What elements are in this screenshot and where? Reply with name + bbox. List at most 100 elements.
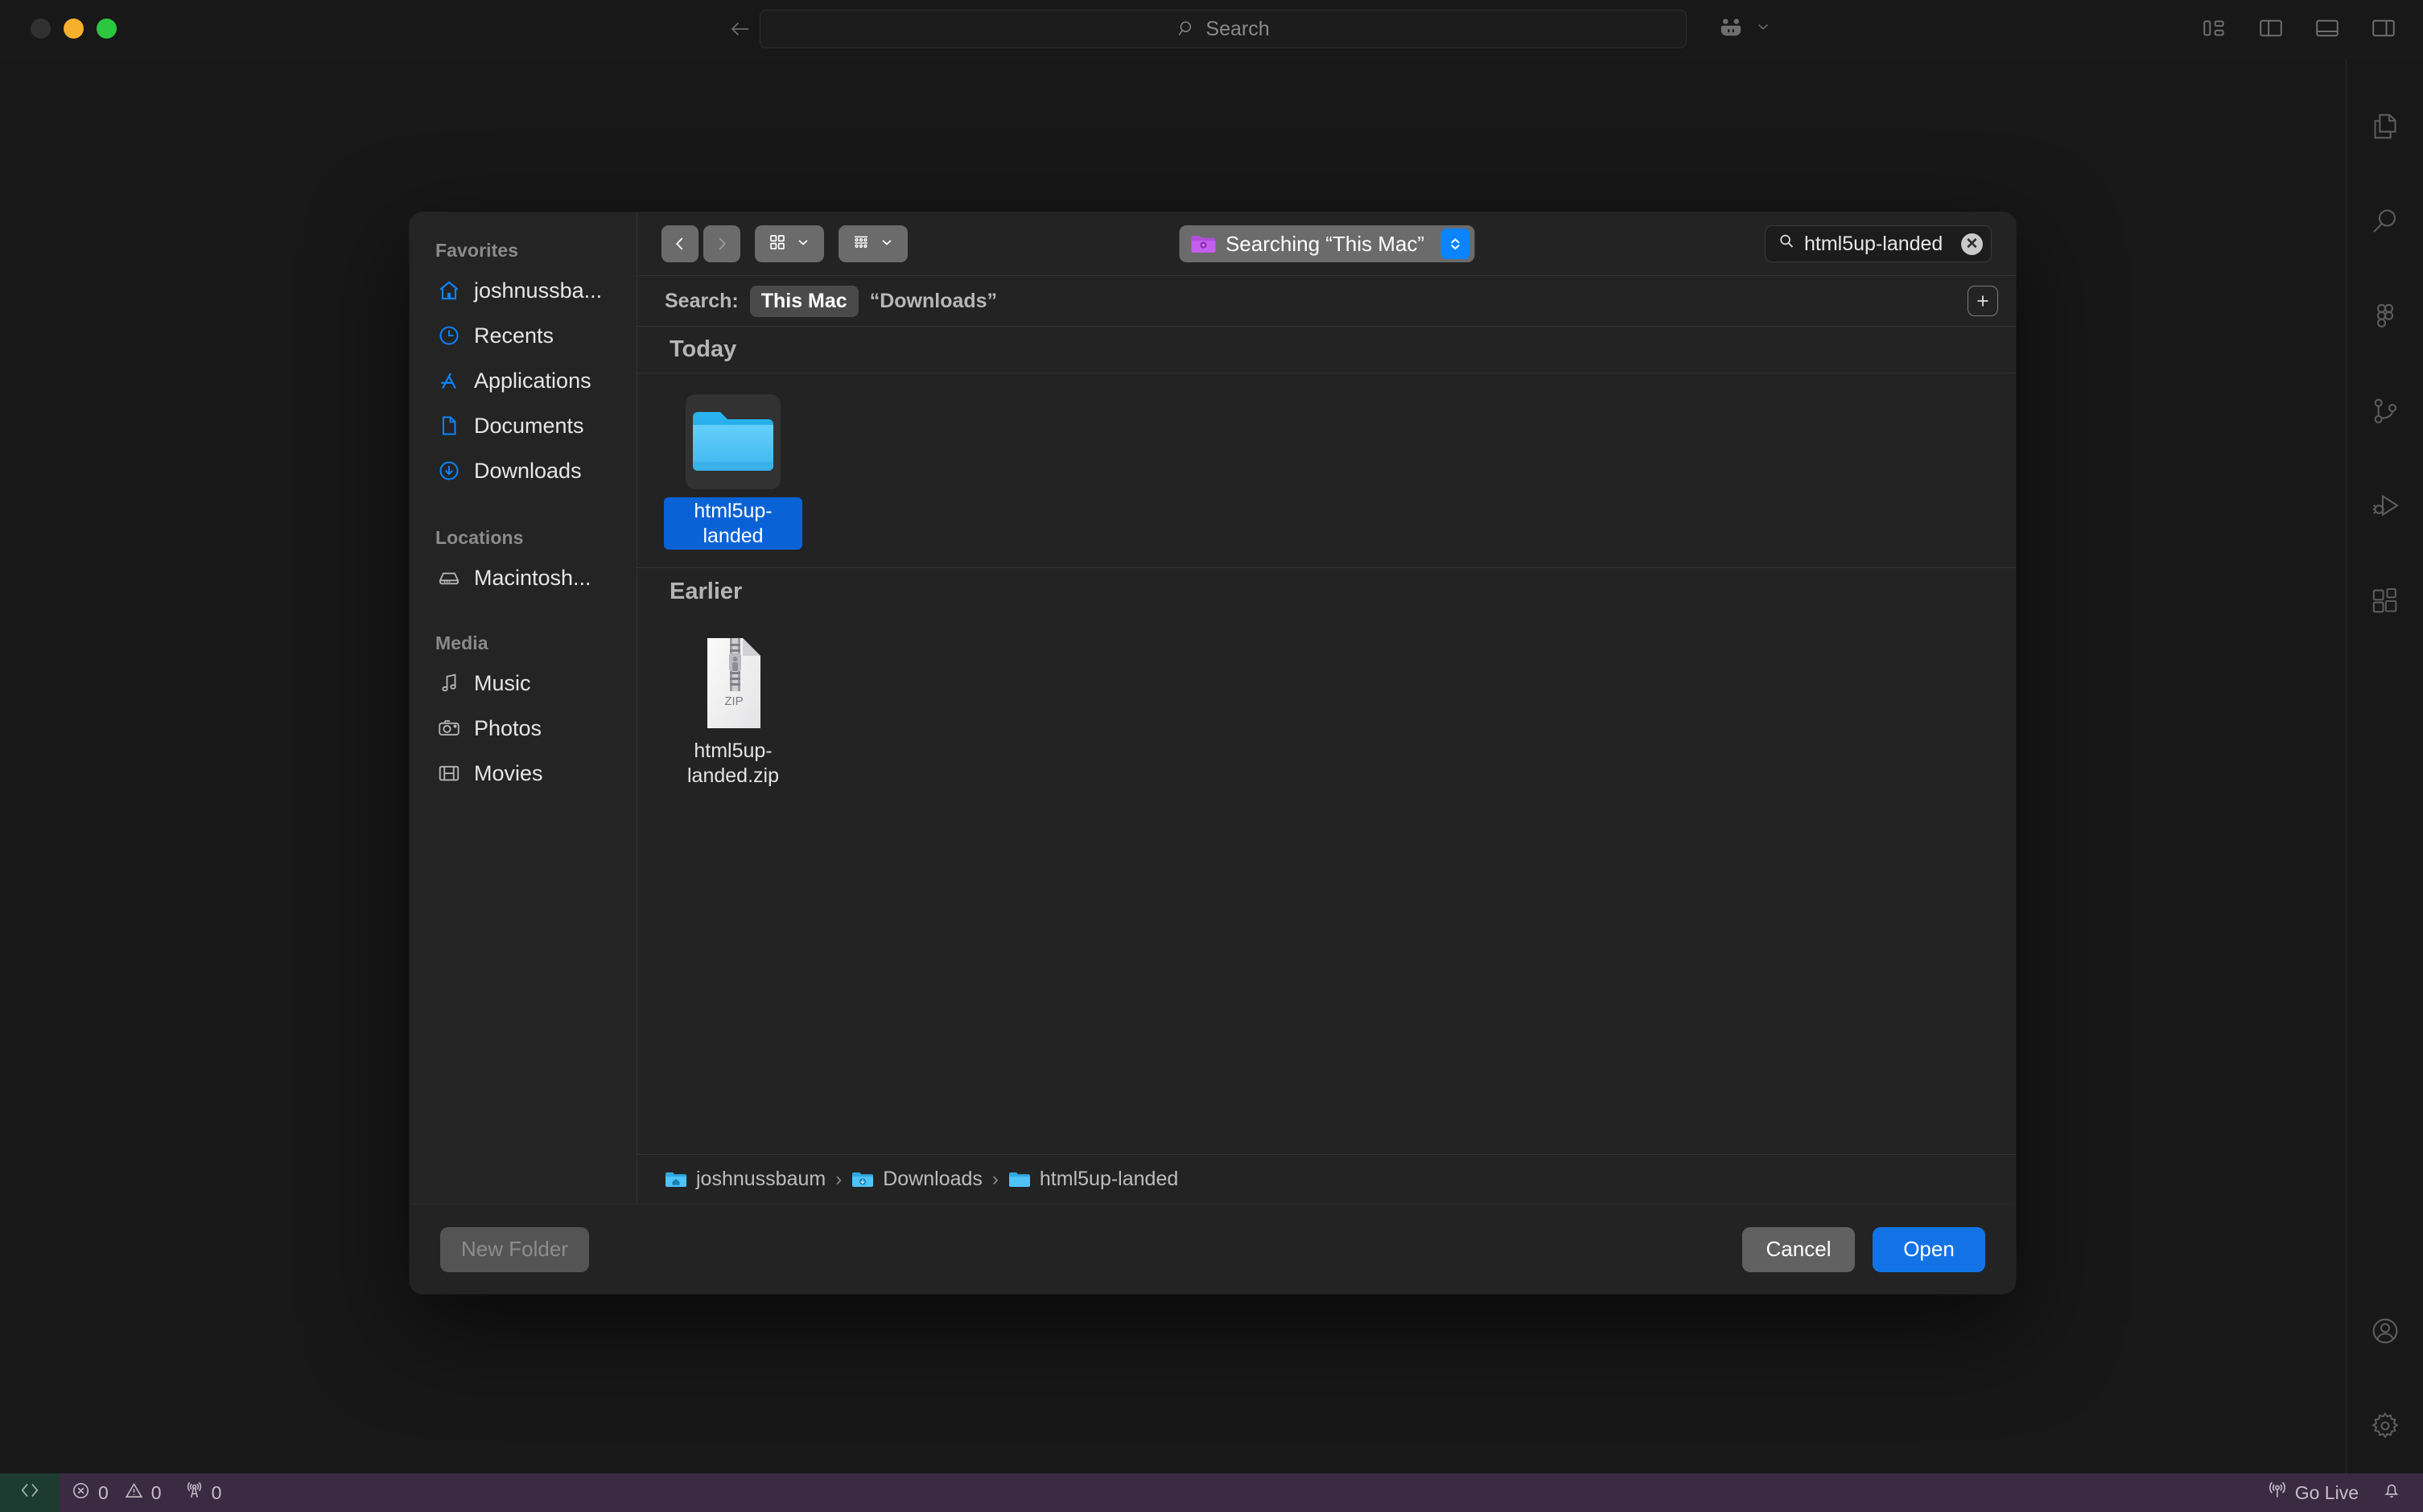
downloads-folder-icon xyxy=(851,1171,874,1189)
radio-tower-icon xyxy=(184,1481,204,1506)
scope-option-downloads[interactable]: “Downloads” xyxy=(870,290,997,313)
chevron-down-icon xyxy=(795,234,811,254)
sidebar-item-music[interactable]: Music xyxy=(410,661,637,706)
sidebar-item-label: Music xyxy=(474,670,531,695)
toggle-secondary-sidebar-icon[interactable] xyxy=(2257,14,2285,46)
navigate-back-icon[interactable] xyxy=(728,17,752,41)
finder-back-button[interactable] xyxy=(661,225,698,262)
sidebar-item-recents[interactable]: Recents xyxy=(410,313,637,358)
status-notifications[interactable] xyxy=(2370,1473,2423,1512)
add-search-criteria-button[interactable] xyxy=(1968,286,1998,316)
activity-search-icon[interactable] xyxy=(2347,174,2423,269)
ports-count: 0 xyxy=(211,1481,222,1503)
search-icon xyxy=(1777,232,1796,257)
activity-settings-gear-icon[interactable] xyxy=(2347,1378,2423,1473)
search-icon xyxy=(1176,19,1197,39)
breadcrumb-item-current[interactable]: html5up-landed xyxy=(1008,1168,1178,1191)
group-header-today: Today xyxy=(637,327,2016,373)
status-ports[interactable]: 0 xyxy=(173,1473,233,1512)
go-live-label: Go Live xyxy=(2294,1481,2359,1503)
breadcrumb-label: Downloads xyxy=(883,1168,983,1190)
remote-window-indicator[interactable] xyxy=(1717,13,1772,44)
command-center-label: Search xyxy=(1205,17,1270,40)
smart-folder-icon xyxy=(1190,233,1216,254)
sidebar-item-label: Applications xyxy=(474,368,591,393)
status-bar-right: Go Live xyxy=(2256,1473,2423,1512)
sidebar-item-label: joshnussba... xyxy=(474,278,603,303)
sidebar-item-label: Recents xyxy=(474,323,554,348)
breadcrumb-label: html5up-landed xyxy=(1039,1168,1179,1190)
sidebar-item-applications[interactable]: Applications xyxy=(410,358,637,403)
open-button[interactable]: Open xyxy=(1873,1226,1985,1272)
activity-bar xyxy=(2346,58,2423,1473)
hard-drive-icon xyxy=(437,566,461,590)
sidebar-item-label: Photos xyxy=(474,715,542,740)
icon-grid-today: html5up-landed xyxy=(637,388,2016,550)
finder-search-field[interactable]: html5up-landed ✕ xyxy=(1765,225,1992,262)
clock-icon xyxy=(437,323,461,348)
finder-forward-button[interactable] xyxy=(703,225,740,262)
activity-source-control-icon[interactable] xyxy=(2347,364,2423,459)
error-icon xyxy=(71,1481,91,1506)
dialog-main: Favorites joshnussba... Recents Applicat… xyxy=(410,212,2016,1204)
grid-view-icon xyxy=(768,233,787,256)
new-folder-button[interactable]: New Folder xyxy=(440,1226,589,1272)
finder-sidebar: Favorites joshnussba... Recents Applicat… xyxy=(410,212,637,1204)
sidebar-item-documents[interactable]: Documents xyxy=(410,403,637,448)
svg-text:ZIP: ZIP xyxy=(724,694,743,708)
sidebar-item-label: Documents xyxy=(474,413,584,438)
document-icon xyxy=(437,414,461,438)
activity-accounts-icon[interactable] xyxy=(2347,1283,2423,1378)
finder-content: Searching “This Mac” html5up-landed ✕ Se… xyxy=(637,212,2016,1204)
finder-nav-buttons xyxy=(661,225,740,262)
sidebar-item-photos[interactable]: Photos xyxy=(410,706,637,751)
window-minimize-button[interactable] xyxy=(64,19,84,39)
toggle-panel-icon[interactable] xyxy=(2314,14,2341,46)
home-icon xyxy=(437,278,461,303)
chevron-down-icon xyxy=(879,234,895,254)
activity-explorer-icon[interactable] xyxy=(2347,79,2423,174)
search-scope-popup-button[interactable]: Searching “This Mac” xyxy=(1178,225,1475,262)
status-bar: 0 0 0 Go Live xyxy=(0,1473,2423,1512)
customize-layout-icon[interactable] xyxy=(2370,14,2397,46)
icon-grid-earlier: ZIP html5up-landed.zip xyxy=(637,629,2016,788)
file-item-folder[interactable]: html5up-landed xyxy=(657,388,810,550)
status-go-live[interactable]: Go Live xyxy=(2256,1473,2370,1512)
sidebar-item-downloads[interactable]: Downloads xyxy=(410,448,637,493)
search-scope-label: Searching “This Mac” xyxy=(1225,231,1425,256)
file-item-zip[interactable]: ZIP html5up-landed.zip xyxy=(657,629,810,788)
finder-search-value: html5up-landed xyxy=(1804,232,1943,255)
sidebar-item-movies[interactable]: Movies xyxy=(410,751,637,796)
file-item-label: html5up-landed xyxy=(664,497,802,550)
dialog-actions: Cancel Open xyxy=(1742,1226,1985,1272)
music-note-icon xyxy=(437,671,461,695)
sidebar-item-label: Downloads xyxy=(474,458,582,483)
clear-search-icon[interactable]: ✕ xyxy=(1961,233,1983,255)
finder-file-list[interactable]: Today html5up-landed Earlier ZIP html5up… xyxy=(637,327,2016,1154)
breadcrumb-item-home[interactable]: joshnussbaum xyxy=(665,1168,826,1191)
sidebar-group-title-favorites: Favorites xyxy=(435,240,519,261)
window-close-button[interactable] xyxy=(31,19,51,39)
breadcrumb-separator: › xyxy=(835,1168,843,1190)
cancel-button[interactable]: Cancel xyxy=(1742,1226,1855,1272)
sidebar-group-title-locations: Locations xyxy=(435,527,524,548)
activity-run-debug-icon[interactable] xyxy=(2347,459,2423,554)
remote-indicator-icon xyxy=(19,1479,41,1506)
window-maximize-button[interactable] xyxy=(97,19,117,39)
activity-extensions-icon[interactable] xyxy=(2347,554,2423,649)
breadcrumb-separator: › xyxy=(991,1168,999,1190)
status-remote-indicator[interactable] xyxy=(0,1473,60,1512)
breadcrumb-item-downloads[interactable]: Downloads xyxy=(851,1168,983,1191)
toggle-primary-sidebar-icon[interactable] xyxy=(2201,14,2228,46)
title-bar: Search xyxy=(0,0,2423,58)
status-problems[interactable]: 0 0 xyxy=(60,1473,173,1512)
command-center-search[interactable]: Search xyxy=(760,10,1687,48)
finder-view-mode-button[interactable] xyxy=(755,225,824,262)
scope-option-this-mac[interactable]: This Mac xyxy=(749,285,859,317)
sidebar-item-home[interactable]: joshnussba... xyxy=(410,268,637,313)
finder-group-by-button[interactable] xyxy=(839,225,908,262)
scope-bar-label: Search: xyxy=(665,289,739,312)
search-scope-bar: Search: This Mac “Downloads” xyxy=(637,275,2016,327)
sidebar-item-macintosh-hd[interactable]: Macintosh... xyxy=(410,555,637,600)
activity-figma-icon[interactable] xyxy=(2347,269,2423,364)
